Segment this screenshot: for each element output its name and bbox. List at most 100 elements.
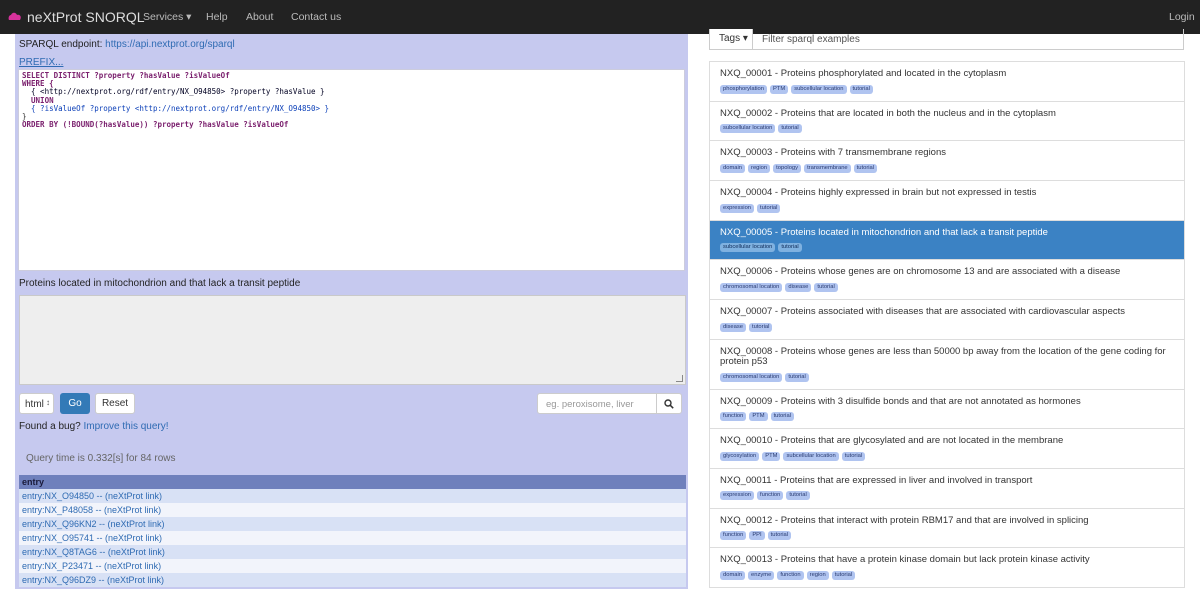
- filter-input[interactable]: Filter sparql examples: [752, 29, 1184, 50]
- nav-help[interactable]: Help: [206, 11, 228, 23]
- brand[interactable]: neXtProt SNORQL: [8, 9, 145, 25]
- example-item[interactable]: NXQ_00009 - Proteins with 3 disulfide bo…: [710, 390, 1184, 430]
- tag-badge[interactable]: chromosomal location: [720, 372, 783, 382]
- reset-button[interactable]: Reset: [95, 393, 135, 414]
- results-table: entry entry:NX_O94850 -- (neXtProt link)…: [19, 475, 686, 587]
- tag-badge[interactable]: glycosylation: [720, 451, 760, 461]
- tag-badge[interactable]: topology: [773, 163, 802, 173]
- entry-link[interactable]: entry:NX_Q96KN2 -- (neXtProt link): [22, 519, 165, 529]
- go-button[interactable]: Go: [60, 393, 90, 414]
- query-line-5-text: { ?isValueOf ?property <http://nextprot.…: [22, 103, 330, 113]
- entry-link[interactable]: entry:NX_P23471 -- (neXtProt link): [22, 561, 161, 571]
- tag-badge[interactable]: subcellular location: [720, 124, 776, 134]
- example-item[interactable]: NXQ_00002 - Proteins that are located in…: [710, 102, 1184, 142]
- sparql-editor[interactable]: SELECT DISTINCT ?property ?hasValue ?isV…: [18, 69, 685, 271]
- entry-link[interactable]: entry:NX_O95741 -- (neXtProt link): [22, 533, 162, 543]
- login-link[interactable]: Login: [1169, 11, 1195, 23]
- tag-list: domain enzyme function region tutorial: [720, 570, 1174, 580]
- entry-link[interactable]: entry:NX_Q8TAG6 -- (neXtProt link): [22, 547, 165, 557]
- example-item[interactable]: NXQ_00013 - Proteins that have a protein…: [710, 548, 1184, 588]
- entry-link[interactable]: entry:NX_O94850 -- (neXtProt link): [22, 491, 162, 501]
- entry-link[interactable]: entry:NX_P48058 -- (neXtProt link): [22, 505, 161, 515]
- table-row: entry:NX_P23471 -- (neXtProt link): [19, 559, 686, 573]
- query-line-7-text: ORDER BY (!BOUND(?hasValue)) ?property ?…: [22, 120, 289, 130]
- tag-badge[interactable]: function: [757, 491, 784, 501]
- tag-badge[interactable]: tutorial: [831, 570, 856, 580]
- tag-badge[interactable]: tutorial: [778, 124, 802, 134]
- tag-list: function PTM tutorial: [720, 412, 1174, 421]
- tag-badge[interactable]: tutorial: [785, 372, 809, 382]
- example-item[interactable]: NXQ_00010 - Proteins that are glycosylat…: [710, 429, 1184, 469]
- example-item[interactable]: NXQ_00005 - Proteins located in mitochon…: [710, 220, 1184, 261]
- example-item[interactable]: NXQ_00007 - Proteins associated with dis…: [710, 300, 1184, 340]
- nav-services[interactable]: Services ▾: [143, 11, 191, 23]
- tag-badge[interactable]: tutorial: [841, 451, 866, 461]
- tag-list: chromosomal location tutorial: [720, 372, 1174, 382]
- tag-badge[interactable]: PTM: [749, 412, 768, 421]
- description-textarea[interactable]: [19, 295, 686, 385]
- tag-badge[interactable]: disease: [720, 322, 746, 332]
- table-row: entry:NX_Q8TAG6 -- (neXtProt link): [19, 545, 686, 559]
- tag-badge[interactable]: tutorial: [814, 282, 838, 292]
- tag-badge[interactable]: PTM: [762, 451, 781, 461]
- tag-badge[interactable]: region: [748, 163, 771, 173]
- example-item[interactable]: NXQ_00001 - Proteins phosphorylated and …: [710, 62, 1184, 102]
- tag-badge[interactable]: tutorial: [853, 163, 878, 173]
- nav-about[interactable]: About: [246, 11, 273, 23]
- nav-contact[interactable]: Contact us: [291, 11, 341, 23]
- search-input[interactable]: eg. peroxisome, liver: [537, 393, 657, 414]
- tag-badge[interactable]: region: [806, 570, 829, 580]
- query-panel: SPARQL endpoint: https://api.nextprot.or…: [15, 34, 688, 589]
- example-item[interactable]: NXQ_00006 - Proteins whose genes are on …: [710, 260, 1184, 301]
- endpoint-label: SPARQL endpoint:: [19, 39, 103, 50]
- tag-badge[interactable]: function: [720, 531, 747, 541]
- example-title: NXQ_00013 - Proteins that have a protein…: [720, 554, 1090, 566]
- endpoint-link[interactable]: https://api.nextprot.org/sparql: [105, 39, 235, 50]
- tag-badge[interactable]: function: [720, 412, 747, 421]
- tag-badge[interactable]: tutorial: [786, 491, 810, 501]
- tag-badge[interactable]: tutorial: [770, 412, 794, 421]
- example-item[interactable]: NXQ_00012 - Proteins that interact with …: [710, 509, 1184, 549]
- tags-dropdown[interactable]: Tags ▾: [709, 29, 753, 50]
- tag-badge[interactable]: enzyme: [748, 570, 775, 580]
- entry-link[interactable]: entry:NX_Q96DZ9 -- (neXtProt link): [22, 575, 164, 585]
- tag-badge[interactable]: expression: [720, 203, 755, 213]
- tag-badge[interactable]: tutorial: [748, 322, 773, 332]
- improve-query-link[interactable]: Improve this query!: [84, 421, 169, 432]
- tag-badge[interactable]: subcellular location: [783, 451, 839, 461]
- tag-badge[interactable]: domain: [720, 570, 746, 580]
- tag-badge[interactable]: tutorial: [778, 243, 802, 253]
- format-select[interactable]: html ↕: [19, 393, 54, 414]
- example-item[interactable]: NXQ_00011 - Proteins that are expressed …: [710, 469, 1184, 509]
- query-line-5: { ?isValueOf ?property <http://nextprot.…: [22, 103, 681, 113]
- tag-badge[interactable]: tutorial: [767, 531, 792, 541]
- tag-badge[interactable]: subcellular location: [791, 84, 847, 94]
- tag-badge[interactable]: domain: [720, 163, 746, 173]
- tag-badge[interactable]: phosphorylation: [720, 84, 767, 94]
- example-title: NXQ_00009 - Proteins with 3 disulfide bo…: [720, 395, 1081, 407]
- tag-badge[interactable]: subcellular location: [720, 243, 776, 253]
- resize-handle[interactable]: [676, 375, 683, 382]
- search-icon: [664, 398, 674, 409]
- tag-badge[interactable]: tutorial: [757, 203, 781, 213]
- tag-badge[interactable]: PTM: [769, 84, 789, 94]
- query-line-3-text: { <http://nextprot.org/rdf/entry/NX_O948…: [22, 87, 325, 97]
- example-title: NXQ_00005 - Proteins located in mitochon…: [720, 226, 1048, 238]
- prefix-link[interactable]: PREFIX...: [19, 57, 63, 68]
- tag-badge[interactable]: PPI: [749, 531, 765, 541]
- example-item[interactable]: NXQ_00008 - Proteins whose genes are les…: [710, 340, 1184, 390]
- tag-badge[interactable]: transmembrane: [804, 163, 851, 173]
- tag-badge[interactable]: expression: [720, 491, 755, 501]
- tag-badge[interactable]: function: [777, 570, 804, 580]
- tag-badge[interactable]: disease: [785, 282, 812, 292]
- search-button[interactable]: [656, 393, 682, 414]
- example-title: NXQ_00010 - Proteins that are glycosylat…: [720, 435, 1064, 447]
- example-item[interactable]: NXQ_00003 - Proteins with 7 transmembran…: [710, 141, 1184, 182]
- tag-list: phosphorylation PTM subcellular location tu…: [720, 84, 1174, 94]
- tag-badge[interactable]: tutorial: [849, 84, 873, 94]
- query-line-1: SELECT DISTINCT ?property ?hasValue ?isV…: [22, 71, 681, 80]
- example-item[interactable]: NXQ_00004 - Proteins highly expressed in…: [710, 181, 1184, 221]
- tag-badge[interactable]: chromosomal location: [720, 282, 783, 292]
- tag-list: expression function tutorial: [720, 491, 1174, 501]
- query-description: Proteins located in mitochondrion and th…: [19, 278, 301, 289]
